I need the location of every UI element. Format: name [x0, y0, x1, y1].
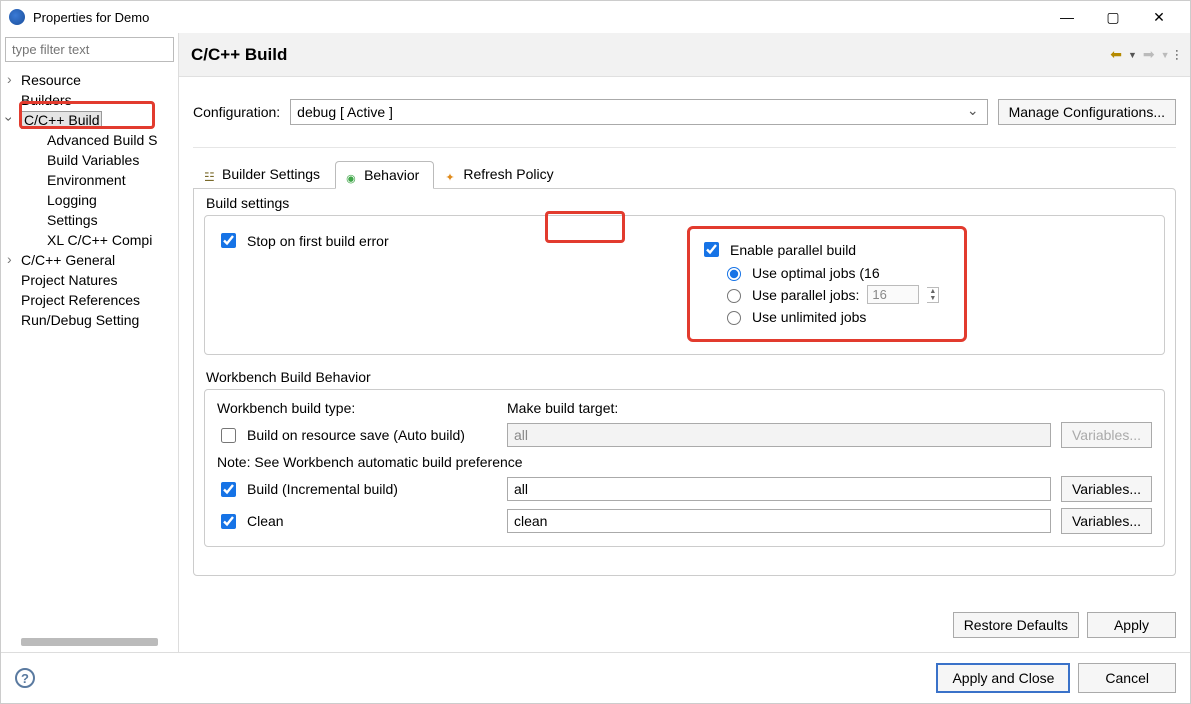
tree-item-rundebug[interactable]: Run/Debug Setting: [1, 310, 178, 330]
unlimited-jobs-radio[interactable]: [727, 311, 741, 325]
enable-parallel-checkbox[interactable]: [704, 242, 719, 257]
workbench-type-label: Workbench build type:: [217, 400, 497, 416]
forward-arrow-icon[interactable]: ➡: [1143, 46, 1155, 63]
builder-settings-icon: [204, 168, 216, 180]
clean-target-input[interactable]: [507, 509, 1051, 533]
refresh-policy-icon: [445, 168, 457, 180]
tab-refresh-label: Refresh Policy: [463, 166, 553, 182]
dialog-footer: ? Apply and Close Cancel: [1, 652, 1190, 703]
tree-item-xlc[interactable]: XL C/C++ Compi: [1, 230, 178, 250]
apply-and-close-button[interactable]: Apply and Close: [936, 663, 1070, 693]
auto-build-variables-button: Variables...: [1061, 422, 1152, 448]
unlimited-jobs-label: Use unlimited jobs: [752, 309, 866, 325]
optimal-jobs-label: Use optimal jobs (16: [752, 265, 880, 281]
parallel-jobs-label: Use parallel jobs:: [752, 287, 859, 303]
nav-tree: Resource Builders C/C++ Build Advanced B…: [1, 66, 178, 638]
page-header: C/C++ Build ⬅ ▼ ➡ ▼ ●●●: [179, 33, 1190, 77]
back-arrow-icon[interactable]: ⬅: [1110, 46, 1122, 63]
forward-dropdown-icon[interactable]: ▼: [1161, 50, 1170, 60]
app-icon: [9, 9, 25, 25]
sidebar-scrollbar[interactable]: [21, 638, 158, 646]
menu-dots-icon[interactable]: ●●●: [1176, 49, 1178, 61]
clean-label: Clean: [247, 513, 284, 529]
workbench-group-title: Workbench Build Behavior: [206, 369, 1165, 385]
enable-parallel-label: Enable parallel build: [730, 242, 856, 258]
tree-item-natures[interactable]: Project Natures: [1, 270, 178, 290]
tree-item-ccbuild[interactable]: C/C++ Build: [1, 110, 178, 130]
tab-builder-settings[interactable]: Builder Settings: [193, 160, 335, 188]
parallel-jobs-spinner[interactable]: ▲▼: [927, 287, 939, 303]
tab-builder-label: Builder Settings: [222, 166, 320, 182]
parallel-jobs-input[interactable]: [867, 285, 919, 304]
auto-build-target-input: [507, 423, 1051, 447]
build-settings-group: Stop on first build error Enable paralle…: [204, 215, 1165, 355]
tree-item-settings[interactable]: Settings: [1, 210, 178, 230]
tab-refresh-policy[interactable]: Refresh Policy: [434, 160, 568, 188]
help-icon[interactable]: ?: [15, 668, 35, 688]
stop-on-error-checkbox[interactable]: [221, 233, 236, 248]
annotation-highlight-parallel: Enable parallel build Use optimal jobs (…: [687, 226, 967, 342]
sidebar: Resource Builders C/C++ Build Advanced B…: [1, 33, 179, 652]
auto-build-label: Build on resource save (Auto build): [247, 427, 465, 443]
make-target-label: Make build target:: [507, 400, 1051, 416]
optimal-jobs-radio[interactable]: [727, 267, 741, 281]
apply-button[interactable]: Apply: [1087, 612, 1176, 638]
incremental-build-label: Build (Incremental build): [247, 481, 398, 497]
tabs: Builder Settings Behavior Refresh Policy: [179, 148, 1190, 188]
parallel-jobs-radio[interactable]: [727, 289, 741, 303]
tree-item-builders[interactable]: Builders: [1, 90, 178, 110]
tab-behavior-label: Behavior: [364, 167, 419, 183]
tree-item-environment[interactable]: Environment: [1, 170, 178, 190]
back-dropdown-icon[interactable]: ▼: [1128, 50, 1137, 60]
workbench-group: Workbench build type: Make build target:…: [204, 389, 1165, 547]
clean-checkbox[interactable]: [221, 514, 236, 529]
filter-input[interactable]: [5, 37, 174, 62]
titlebar: Properties for Demo — ▢ ✕: [1, 1, 1190, 33]
page-title: C/C++ Build: [191, 45, 1110, 65]
tree-item-logging[interactable]: Logging: [1, 190, 178, 210]
tab-behavior[interactable]: Behavior: [335, 161, 434, 189]
window-title: Properties for Demo: [33, 10, 1044, 25]
cancel-button[interactable]: Cancel: [1078, 663, 1176, 693]
tree-item-resource[interactable]: Resource: [1, 70, 178, 90]
auto-build-note: Note: See Workbench automatic build pref…: [217, 454, 1152, 470]
incremental-variables-button[interactable]: Variables...: [1061, 476, 1152, 502]
tree-item-references[interactable]: Project References: [1, 290, 178, 310]
tree-item-advanced[interactable]: Advanced Build S: [1, 130, 178, 150]
close-button[interactable]: ✕: [1136, 3, 1182, 31]
minimize-button[interactable]: —: [1044, 3, 1090, 31]
clean-variables-button[interactable]: Variables...: [1061, 508, 1152, 534]
incremental-target-input[interactable]: [507, 477, 1051, 501]
behavior-icon: [346, 169, 358, 181]
configuration-select[interactable]: debug [ Active ]: [290, 99, 987, 125]
incremental-build-checkbox[interactable]: [221, 482, 236, 497]
restore-defaults-button[interactable]: Restore Defaults: [953, 612, 1079, 638]
configuration-label: Configuration:: [193, 104, 280, 120]
stop-on-error-label: Stop on first build error: [247, 233, 389, 249]
tree-item-ccgeneral[interactable]: C/C++ General: [1, 250, 178, 270]
manage-configurations-button[interactable]: Manage Configurations...: [998, 99, 1176, 125]
tab-body: Build settings Stop on first build error: [193, 188, 1176, 576]
maximize-button[interactable]: ▢: [1090, 3, 1136, 31]
tree-item-build-variables[interactable]: Build Variables: [1, 150, 178, 170]
build-settings-group-title: Build settings: [206, 195, 1165, 211]
auto-build-checkbox[interactable]: [221, 428, 236, 443]
